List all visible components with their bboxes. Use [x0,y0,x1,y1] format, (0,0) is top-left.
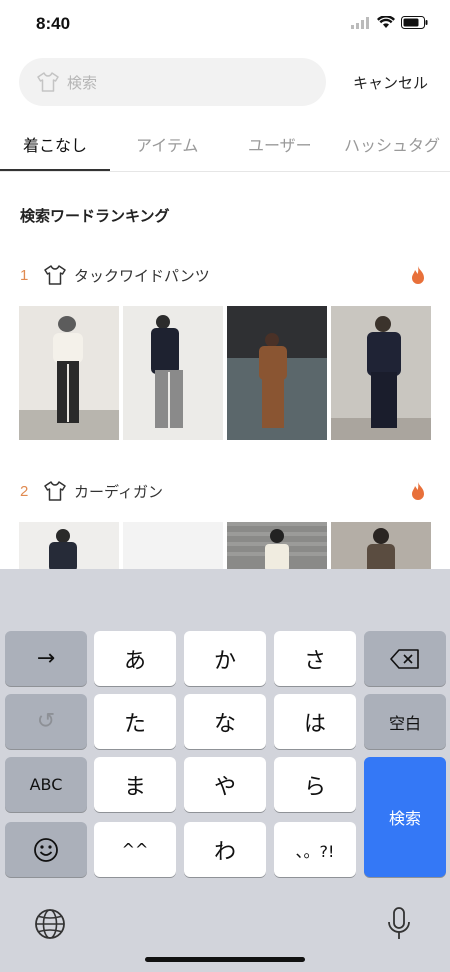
outfit-thumbnails [19,306,431,440]
fire-icon [412,266,424,284]
home-indicator [145,957,305,962]
tab-bar: 着こなし アイテム ユーザー ハッシュタグ [0,122,450,172]
key-ma[interactable]: ま [94,757,176,812]
key-a[interactable]: あ [94,631,176,686]
search-key[interactable]: 検索 [364,757,446,877]
battery-icon [401,16,428,29]
emoji-icon [34,837,58,862]
backspace-icon [390,648,419,669]
microphone-icon[interactable] [386,906,412,942]
outfit-photo[interactable] [123,306,223,440]
signal-icon [351,16,369,29]
backspace-key[interactable] [364,631,446,686]
status-bar: 8:40 [0,0,450,50]
keyboard: → あ か さ ↺ た な は 空白 ABC ま や ら 検索 ^^ わ 、。?… [0,569,450,972]
rank-number: 1 [20,266,29,284]
key-punctuation[interactable]: 、。?! [274,822,356,877]
outfit-photo[interactable] [227,306,327,440]
key-sa[interactable]: さ [274,631,356,686]
active-tab-indicator [0,169,110,171]
key-ha[interactable]: は [274,694,356,749]
tshirt-icon [44,481,66,501]
fire-icon [412,482,424,500]
space-key[interactable]: 空白 [364,694,446,749]
search-placeholder: 検索 [67,73,98,92]
abc-key[interactable]: ABC [5,757,87,812]
ranking-keyword: カーディガン [74,482,163,501]
key-na[interactable]: な [184,694,266,749]
key-arrow[interactable]: → [5,631,87,686]
emoji-key[interactable] [5,822,87,877]
status-icons [351,16,428,29]
tshirt-icon [44,265,66,285]
status-time: 8:40 [36,14,71,33]
search-row: 検索 キャンセル [19,58,430,106]
ranking-keyword: タックワイドパンツ [74,266,210,285]
ranking-title: 検索ワードランキング [20,207,170,225]
ranking-item[interactable]: 1 タックワイドパンツ [20,262,430,288]
key-undo[interactable]: ↺ [5,694,87,749]
search-input[interactable]: 検索 [19,58,326,106]
key-wa[interactable]: わ [184,822,266,877]
key-ra[interactable]: ら [274,757,356,812]
ranking-item[interactable]: 2 カーディガン [20,478,430,504]
outfit-photo[interactable] [331,306,431,440]
globe-icon[interactable] [34,908,66,940]
key-ya[interactable]: や [184,757,266,812]
rank-number: 2 [20,482,29,500]
key-ta[interactable]: た [94,694,176,749]
cancel-button[interactable]: キャンセル [353,72,428,93]
tab-hashtags[interactable]: ハッシュタグ [344,132,440,156]
tab-users[interactable]: ユーザー [248,132,312,156]
tab-items[interactable]: アイテム [136,132,198,156]
tab-outfits[interactable]: 着こなし [23,132,87,156]
outfit-photo[interactable] [19,306,119,440]
key-ka[interactable]: か [184,631,266,686]
wifi-icon [377,16,395,28]
key-emoticon[interactable]: ^^ [94,822,176,877]
tshirt-icon [37,72,59,92]
